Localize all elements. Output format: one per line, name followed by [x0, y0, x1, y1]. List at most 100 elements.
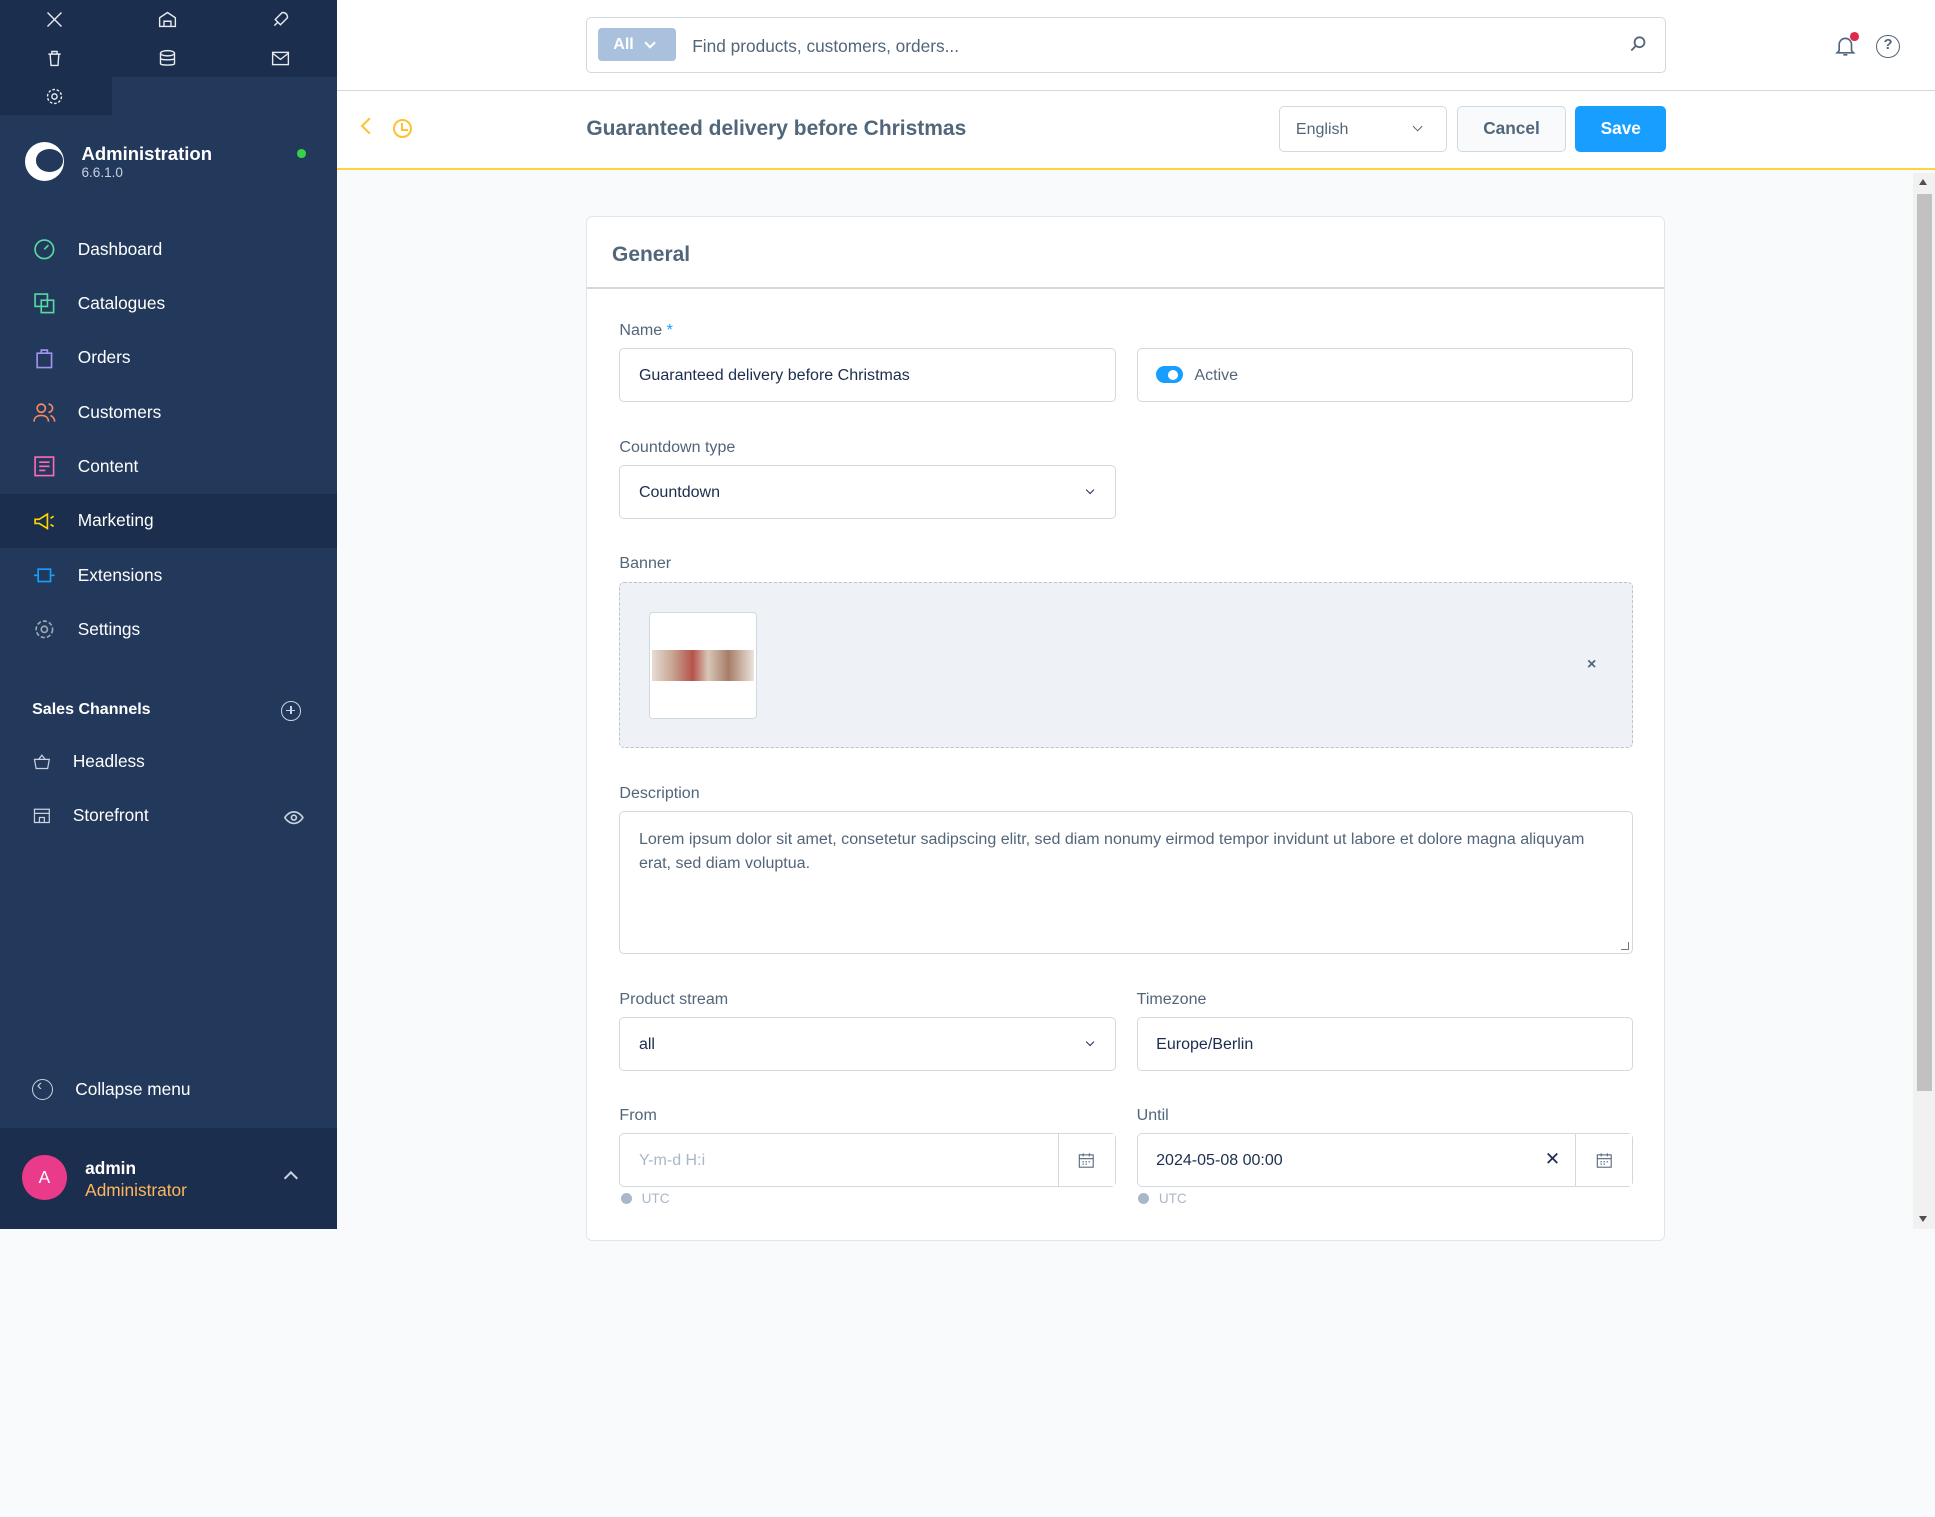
- remove-banner-button[interactable]: ×: [1587, 655, 1596, 674]
- save-button[interactable]: Save: [1575, 106, 1667, 152]
- scrollbar-thumb[interactable]: [1917, 193, 1932, 1092]
- card-title: General: [612, 242, 691, 266]
- sidebar: Administration 6.6.1.0 Dashboard Catalog…: [0, 0, 337, 1230]
- collapse-menu-button[interactable]: Collapse menu: [32, 1076, 190, 1100]
- until-value: 2024-05-08 00:00: [1156, 1151, 1283, 1170]
- select-value: all: [638, 1035, 655, 1054]
- basket-icon: [33, 754, 51, 769]
- nav-label: Extensions: [77, 564, 163, 585]
- active-toggle[interactable]: [1156, 366, 1184, 384]
- product-stream-select[interactable]: all: [619, 1016, 1116, 1072]
- orders-icon: [36, 348, 53, 369]
- sales-channel-label: Headless: [72, 751, 145, 772]
- banner-thumbnail: [648, 611, 758, 720]
- name-label: Name *: [619, 320, 673, 339]
- database-icon[interactable]: [154, 44, 181, 71]
- sales-channel-storefront[interactable]: Storefront: [32, 801, 149, 831]
- active-switch-field[interactable]: Active: [1136, 347, 1633, 403]
- eye-icon[interactable]: [283, 809, 304, 826]
- rocket-icon[interactable]: [267, 6, 294, 33]
- nav-label: Catalogues: [77, 293, 166, 314]
- cancel-button[interactable]: Cancel: [1456, 106, 1567, 152]
- nav-item-marketing[interactable]: Marketing: [0, 493, 337, 549]
- scrollbar[interactable]: [1913, 172, 1935, 1230]
- calendar-icon[interactable]: [1057, 1133, 1115, 1186]
- countdown-type-select[interactable]: Countdown: [619, 465, 1116, 520]
- page-title: Guaranteed delivery before Christmas: [586, 117, 967, 141]
- marketing-icon: [34, 512, 55, 530]
- catalogue-icon: [34, 293, 55, 314]
- sales-channels-title: Sales Channels: [32, 699, 151, 718]
- nav-item-orders[interactable]: Orders: [0, 331, 337, 385]
- from-timezone-hint: UTC: [621, 1191, 670, 1206]
- until-timezone-hint: UTC: [1138, 1191, 1187, 1206]
- nav-label: Marketing: [77, 510, 154, 531]
- add-sales-channel-icon[interactable]: [281, 701, 302, 721]
- from-datepicker[interactable]: Y-m-d H:i: [619, 1132, 1116, 1188]
- avatar: A: [22, 1155, 67, 1200]
- search-icon[interactable]: [1628, 34, 1648, 54]
- help-icon[interactable]: ?: [1876, 34, 1900, 59]
- countdown-type-label: Countdown type: [619, 437, 736, 456]
- warehouse-icon[interactable]: [154, 6, 181, 33]
- nav-label: Settings: [77, 619, 141, 640]
- from-label: From: [619, 1105, 657, 1124]
- user-menu[interactable]: A admin Administrator: [0, 1128, 337, 1230]
- brand-title: Administration: [81, 143, 212, 165]
- clear-icon[interactable]: ✕: [1545, 1148, 1561, 1170]
- resize-handle[interactable]: [1620, 941, 1630, 951]
- chevron-down-icon: [1086, 485, 1095, 495]
- select-value: Countdown: [638, 483, 721, 502]
- banner-label: Banner: [619, 554, 672, 572]
- description-text: Lorem ipsum dolor sit amet, consetetur s…: [638, 829, 1585, 873]
- nav-label: Orders: [77, 347, 131, 368]
- dashboard-icon: [34, 239, 55, 260]
- search-input[interactable]: Find products, customers, orders...: [692, 36, 959, 57]
- general-card: General Name * Guaranteed delivery befor…: [586, 216, 1666, 1241]
- scroll-up-icon[interactable]: [1919, 179, 1928, 185]
- divider: [587, 287, 1664, 289]
- active-label: Active: [1194, 366, 1239, 385]
- banner-upload[interactable]: ×: [619, 582, 1633, 748]
- cog-icon[interactable]: [41, 83, 68, 110]
- status-dot: [297, 149, 307, 158]
- nav-item-catalogues[interactable]: Catalogues: [0, 277, 337, 331]
- until-datepicker[interactable]: 2024-05-08 00:00 ✕: [1136, 1132, 1633, 1188]
- tools-icon[interactable]: [41, 6, 68, 33]
- nav-item-customers[interactable]: Customers: [0, 385, 337, 439]
- chevron-up-icon[interactable]: [284, 1170, 299, 1185]
- timezone-label: Timezone: [1136, 989, 1207, 1008]
- settings-icon: [35, 620, 54, 639]
- main-nav: Dashboard Catalogues Orders Customers Co…: [0, 222, 337, 657]
- from-placeholder: Y-m-d H:i: [638, 1151, 706, 1170]
- collapse-icon: [32, 1076, 54, 1100]
- chevron-down-icon: [1086, 1037, 1095, 1047]
- global-search[interactable]: All Find products, customers, orders...: [586, 17, 1667, 73]
- name-field[interactable]: Guaranteed delivery before Christmas: [619, 347, 1116, 403]
- search-type-select[interactable]: All: [598, 28, 677, 62]
- sales-channel-label: Storefront: [72, 805, 149, 826]
- quick-actions: [0, 0, 337, 115]
- trash-icon[interactable]: [41, 44, 68, 71]
- timezone-field[interactable]: Europe/Berlin: [1136, 1016, 1633, 1072]
- scroll-down-icon[interactable]: [1919, 1215, 1928, 1222]
- mail-icon[interactable]: [267, 44, 294, 71]
- topbar: All Find products, customers, orders... …: [336, 0, 1935, 92]
- nav-label: Dashboard: [77, 238, 163, 259]
- calendar-icon[interactable]: [1575, 1133, 1632, 1186]
- back-arrow-icon[interactable]: [360, 117, 378, 135]
- customers-icon: [33, 403, 56, 422]
- storefront-icon: [33, 808, 50, 824]
- nav-item-extensions[interactable]: Extensions: [0, 548, 337, 602]
- nav-item-content[interactable]: Content: [0, 439, 337, 493]
- notification-badge: [1850, 32, 1859, 41]
- sales-channel-headless[interactable]: Headless: [32, 747, 145, 777]
- brand: Administration 6.6.1.0: [0, 115, 337, 214]
- smart-bar: Guaranteed delivery before Christmas Eng…: [336, 91, 1935, 171]
- nav-label: Customers: [77, 401, 162, 422]
- nav-item-settings[interactable]: Settings: [0, 602, 337, 656]
- history-icon[interactable]: [392, 118, 413, 139]
- description-textarea[interactable]: Lorem ipsum dolor sit amet, consetetur s…: [619, 810, 1633, 954]
- nav-item-dashboard[interactable]: Dashboard: [0, 222, 337, 276]
- language-select[interactable]: English: [1278, 106, 1447, 152]
